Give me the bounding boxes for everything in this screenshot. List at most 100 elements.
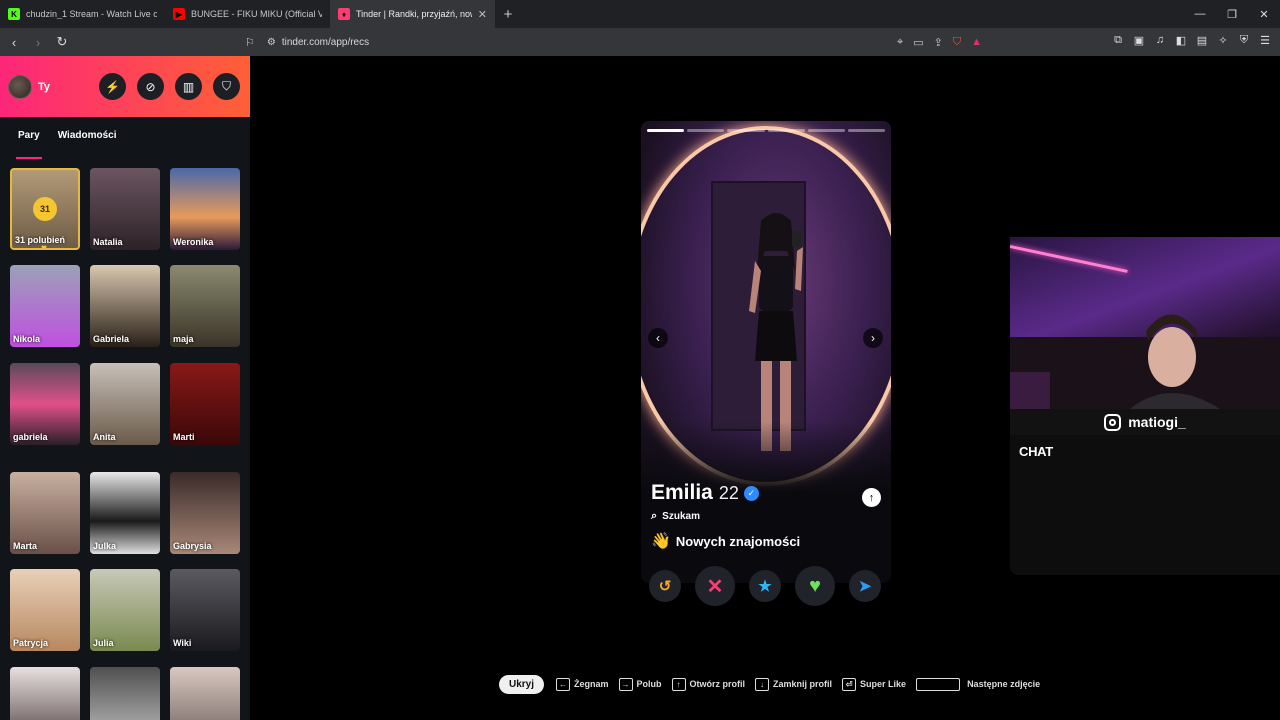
match-card[interactable] [170, 667, 240, 720]
url-text: tinder.com/app/recs [281, 36, 370, 48]
shortcut-hint: ⏎ Super Like [842, 677, 906, 691]
match-name: Wiki [173, 638, 192, 648]
close-window-icon[interactable]: ✕ [1248, 0, 1280, 28]
share-icon[interactable]: ⇪ [934, 36, 943, 49]
match-card[interactable]: Weronika [170, 168, 240, 250]
boost-icon[interactable]: ⚡ [99, 73, 126, 100]
match-name: Natalia [93, 237, 123, 247]
chat-label: CHAT [1019, 444, 1053, 459]
rewind-button[interactable]: ↺ [649, 570, 681, 602]
match-name: Marta [13, 541, 38, 551]
shortcut-hint: Następne zdjęcie [916, 677, 1040, 691]
wallet-icon[interactable]: ▣ [1132, 33, 1146, 47]
close-tab-icon[interactable]: ✕ [478, 8, 487, 21]
briefcase-icon[interactable]: ▥ [175, 73, 202, 100]
webcam-overlay [1010, 237, 1280, 409]
new-tab-button[interactable]: + [495, 6, 521, 23]
matches-sidebar: Ty ⚡ ⊘ ▥ ⛉ Pary Wiadomości 31 31 polubie… [0, 56, 250, 720]
sidebar-toggle-icon[interactable]: ◧ [1174, 33, 1188, 47]
instagram-handle-bar: matiogi_ [1010, 409, 1280, 435]
extensions-icon[interactable]: ⧉ [1111, 33, 1125, 47]
keyboard-shortcuts-bar: Ukryj ← Żegnam → Polub ↑ Otwórz profil ↓ Zamkni… [499, 674, 1050, 694]
vpn-icon[interactable]: ⛨ [1237, 33, 1251, 47]
webcam-person [1010, 314, 1280, 409]
match-name: Patrycja [13, 638, 49, 648]
brave-rewards-icon[interactable]: ▲ [971, 36, 982, 49]
boost-button[interactable]: ➤ [849, 570, 881, 602]
bookmark-icon[interactable]: ⚐ [245, 36, 255, 49]
shield-icon[interactable]: ⛉ [213, 73, 240, 100]
shortcut-hint: ← Żegnam [556, 677, 609, 691]
next-photo-button[interactable]: › [863, 328, 883, 348]
hide-shortcuts-button[interactable]: Ukryj [499, 674, 545, 694]
profile-name: Emilia [651, 481, 713, 504]
match-card[interactable]: Marta [10, 472, 80, 554]
photo-progress-segment [687, 129, 725, 132]
browser-tab[interactable]: ♦ Tinder | Randki, przyjaźń, nowe z ✕ [330, 0, 495, 28]
match-card[interactable] [90, 667, 160, 720]
tab-matches[interactable]: Pary [16, 130, 42, 159]
tab-messages[interactable]: Wiadomości [58, 130, 117, 152]
back-icon[interactable]: ‹ [4, 32, 24, 52]
site-settings-icon[interactable]: ⚙ [267, 37, 276, 48]
match-card[interactable]: Gabrysia [170, 472, 240, 554]
match-card[interactable]: Patrycja [10, 569, 80, 651]
browser-tab[interactable]: ▶ BUNGEE - FIKU MIKU (Official Vid [165, 0, 330, 28]
profile-card[interactable]: ‹ › Emilia 22 ✓ ↑ ⌕ Szukam 👋 Nowych znaj… [641, 121, 891, 583]
match-name: Marti [173, 432, 195, 442]
reload-icon[interactable]: ↻ [52, 32, 72, 52]
match-card[interactable]: gabriela [10, 363, 80, 445]
match-card[interactable]: maja [170, 265, 240, 347]
match-card[interactable]: Marti [170, 363, 240, 445]
forward-icon[interactable]: › [28, 32, 48, 52]
tab-title: chudzin_1 Stream - Watch Live on Ki [26, 9, 157, 19]
profile-age: 22 [718, 482, 739, 503]
menu-icon[interactable]: ☰ [1258, 33, 1272, 47]
match-card[interactable]: Natalia [90, 168, 160, 250]
match-card[interactable] [10, 667, 80, 720]
minimize-icon[interactable]: — [1184, 0, 1216, 28]
heart-icon: ♥ [41, 243, 47, 250]
cast-icon[interactable]: ▭ [913, 36, 923, 49]
photo-progress-segment [727, 129, 765, 132]
tab-title: BUNGEE - FIKU MIKU (Official Vid [191, 9, 322, 19]
match-name: Julia [93, 638, 114, 648]
user-label[interactable]: Ty [38, 81, 50, 93]
location-icon[interactable]: ⌖ [897, 36, 903, 49]
match-card[interactable]: Wiki [170, 569, 240, 651]
media-icon[interactable]: ♫ [1153, 33, 1167, 47]
youtube-icon: ▶ [173, 8, 185, 20]
key-icon: ⏎ [842, 677, 857, 691]
browser-tab[interactable]: Kchudzin_1 Stream - Watch Live on Ki [0, 0, 165, 28]
super-like-button[interactable]: ★ [749, 570, 781, 602]
match-card[interactable]: Anita [90, 363, 160, 445]
action-buttons: ↺ ✕ ★ ♥ ➤ [649, 566, 881, 606]
prev-photo-button[interactable]: ‹ [648, 328, 668, 348]
photo-progress [647, 129, 886, 132]
match-card[interactable]: Julka [90, 472, 160, 554]
user-avatar[interactable] [8, 74, 32, 99]
downloads-icon[interactable]: ▤ [1195, 33, 1209, 47]
ai-assistant-icon[interactable]: ✧ [1216, 33, 1230, 47]
match-name: gabriela [13, 432, 48, 442]
sidebar-header: Ty ⚡ ⊘ ▥ ⛉ [0, 56, 250, 117]
match-card[interactable]: Nikola [10, 265, 80, 347]
waving-hand-icon: 👋 [651, 533, 671, 550]
address-bar[interactable]: ⚐ ⚙ tinder.com/app/recs ⌖ ▭ ⇪ ⛉ ▲ [245, 31, 990, 53]
match-name: Weronika [173, 237, 214, 247]
window-controls: — ❐ ✕ [1184, 0, 1280, 28]
profile-info: Emilia 22 ✓ ↑ ⌕ Szukam 👋 Nowych znajomoś… [641, 481, 891, 551]
nope-button[interactable]: ✕ [695, 566, 735, 606]
likes-you-card[interactable]: 31 31 polubień ♥ [10, 168, 80, 250]
match-name: Julka [93, 541, 117, 551]
open-profile-icon[interactable]: ↑ [862, 488, 881, 507]
match-card[interactable]: Gabriela [90, 265, 160, 347]
instagram-icon [1104, 413, 1122, 431]
explore-icon[interactable]: ⊘ [137, 73, 164, 100]
search-icon: ⌕ [651, 510, 658, 522]
match-card[interactable]: Julia [90, 569, 160, 651]
restore-icon[interactable]: ❐ [1216, 0, 1248, 28]
verified-icon: ✓ [743, 485, 759, 501]
brave-shield-icon[interactable]: ⛉ [953, 36, 961, 49]
like-button[interactable]: ♥ [795, 566, 835, 606]
